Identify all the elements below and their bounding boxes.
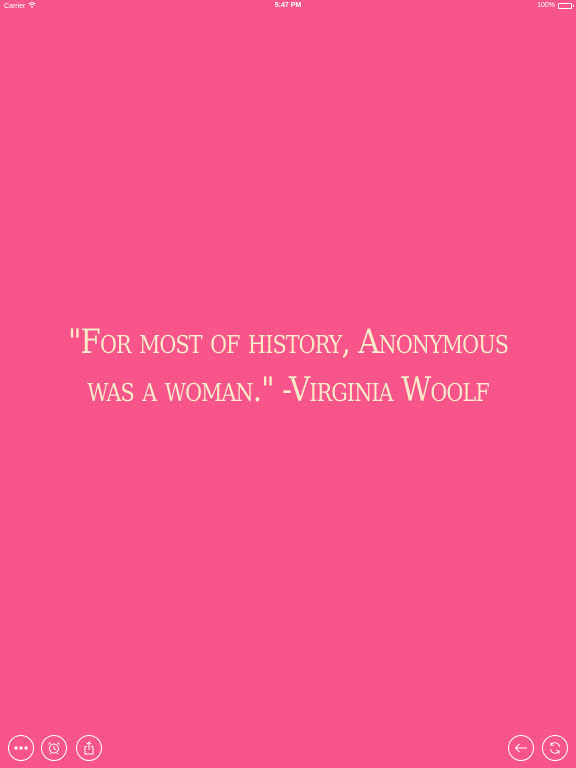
share-icon (83, 741, 95, 755)
back-button[interactable] (508, 735, 534, 761)
alarm-clock-icon (47, 741, 61, 755)
status-bar: Carrier 5:47 PM 100% (0, 0, 576, 12)
alarm-button[interactable] (41, 735, 67, 761)
more-icon (14, 746, 28, 750)
battery-icon (558, 2, 574, 9)
status-right: 100% (537, 2, 574, 9)
status-time: 5:47 PM (274, 2, 302, 9)
battery-percent: 100% (537, 2, 555, 9)
share-button[interactable] (76, 735, 102, 761)
quote-text: "For most of history, Anonymous was a wo… (67, 322, 509, 410)
more-button[interactable] (8, 735, 34, 761)
refresh-button[interactable] (542, 735, 568, 761)
back-arrow-icon (514, 743, 528, 753)
refresh-icon (548, 741, 562, 755)
